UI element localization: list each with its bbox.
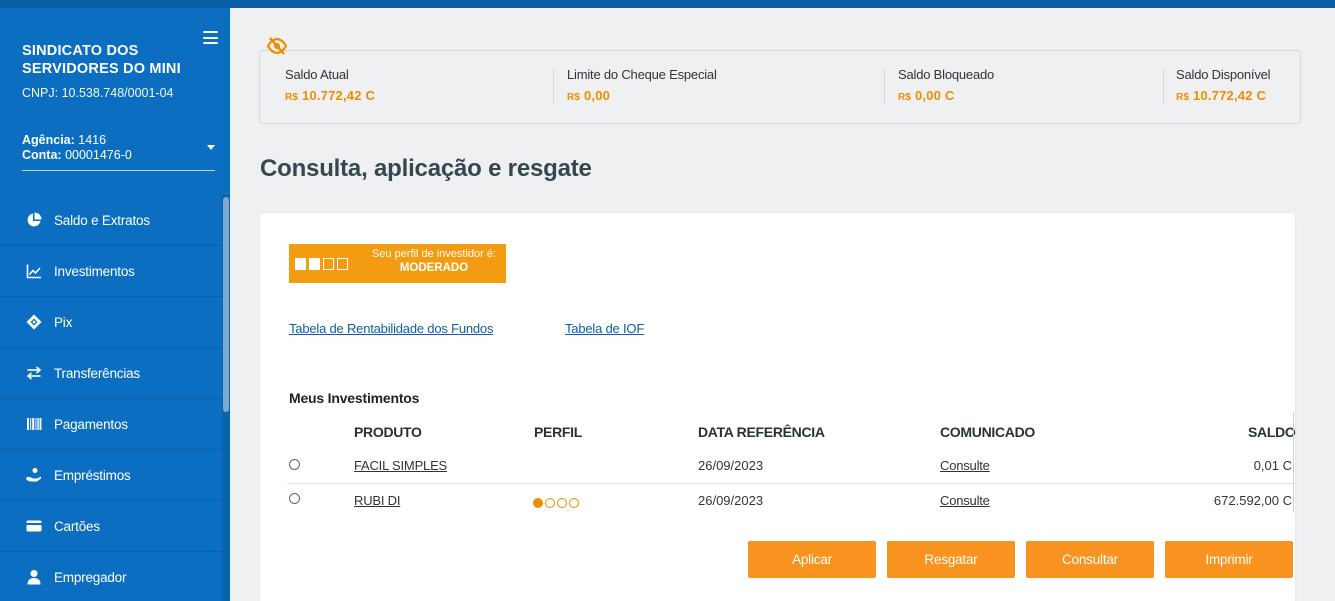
investments-section-title: Meus Investimentos [289, 390, 420, 406]
organization-cnpj: CNPJ: 10.538.748/0001-04 [22, 86, 174, 100]
page-title: Consulta, aplicação e resgate [260, 155, 592, 182]
agencia-value: 1416 [78, 133, 107, 147]
barcode-icon [26, 416, 42, 432]
column-header-produto: PRODUTO [354, 424, 422, 440]
disponivel-value: R$ 10.772,42 C [1176, 88, 1267, 103]
sidebar-scrollbar-thumb[interactable] [223, 197, 229, 412]
column-header-data: DATA REFERÊNCIA [698, 424, 825, 440]
balance-summary [259, 50, 1301, 124]
sidebar-item-empregador[interactable]: Empregador [0, 552, 222, 601]
resgatar-button[interactable]: Resgatar [887, 541, 1015, 578]
conta-value: 00001476-0 [65, 148, 132, 162]
column-header-comunicado: COMUNICADO [940, 424, 1035, 440]
sidebar-item-cartoes[interactable]: Cartões [0, 501, 222, 552]
pie-chart-icon [26, 212, 42, 228]
profile-level-indicator [295, 258, 348, 270]
divider [1163, 68, 1164, 104]
top-bar [0, 0, 1335, 8]
sidebar-item-label: Pix [54, 314, 73, 330]
risk-profile-indicator [533, 498, 579, 508]
investor-profile-badge: Seu perfil de investidor é: MODERADO [289, 244, 506, 283]
sidebar-item-label: Cartões [54, 518, 100, 534]
communication-link[interactable]: Consulte [940, 458, 990, 473]
saldo-bloqueado: Saldo Bloqueado R$ 0,00 C [898, 67, 994, 103]
pix-icon [26, 314, 42, 330]
organization-name: SINDICATO DOS SERVIDORES DO MINI [22, 43, 181, 77]
organization-header: SINDICATO DOS SERVIDORES DO MINI CNPJ: 1… [22, 42, 207, 100]
profile-level: MODERADO [399, 262, 469, 274]
row-divider [287, 483, 1293, 484]
imprimir-button[interactable]: Imprimir [1165, 541, 1293, 578]
saldo-atual: Saldo Atual R$ 10.772,42 C [285, 67, 375, 103]
sidebar-item-transferencias[interactable]: Transferências [0, 348, 222, 399]
column-header-perfil: PERFIL [534, 424, 582, 440]
sidebar-item-label: Transferências [54, 365, 140, 381]
rentabilidade-link[interactable]: Tabela de Rentabilidade dos Fundos [289, 321, 493, 336]
limite-cheque-especial: Limite do Cheque Especial R$ 0,00 [567, 67, 717, 103]
communication-link[interactable]: Consulte [940, 493, 990, 508]
transfer-icon [26, 365, 42, 381]
investment-balance: 672.592,00 C [1213, 493, 1292, 508]
sidebar-nav: Saldo e Extratos Investimentos Pix Trans… [0, 195, 222, 601]
sidebar-item-label: Saldo e Extratos [54, 212, 150, 228]
bloqueado-label: Saldo Bloqueado [898, 67, 995, 82]
sidebar: SINDICATO DOS SERVIDORES DO MINI CNPJ: 1… [0, 8, 230, 601]
saldo-disponivel: Saldo Disponível R$ 10.772,42 C [1176, 67, 1271, 103]
aplicar-button[interactable]: Aplicar [748, 541, 876, 578]
employer-icon [26, 569, 42, 585]
iof-link[interactable]: Tabela de IOF [565, 321, 644, 336]
bloqueado-value: R$ 0,00 C [898, 88, 955, 103]
reference-date: 26/09/2023 [698, 493, 764, 508]
sidebar-scrollbar[interactable] [222, 195, 230, 601]
sidebar-item-pix[interactable]: Pix [0, 297, 222, 348]
saldo-atual-value: R$ 10.772,42 C [285, 88, 376, 103]
sidebar-item-investimentos[interactable]: Investimentos [0, 246, 222, 297]
hide-balance-eye-icon[interactable] [266, 35, 288, 57]
select-investment-radio[interactable] [289, 459, 300, 470]
agencia-label: Agência: [22, 133, 75, 147]
divider [553, 68, 554, 104]
chevron-down-icon [207, 145, 215, 150]
sidebar-item-saldo-extratos[interactable]: Saldo e Extratos [0, 195, 222, 246]
sidebar-item-emprestimos[interactable]: Empréstimos [0, 450, 222, 501]
sidebar-item-label: Pagamentos [54, 416, 128, 432]
investment-balance: 0,01 C [1253, 458, 1292, 473]
consultar-button[interactable]: Consultar [1026, 541, 1154, 578]
reference-date: 26/09/2023 [698, 458, 764, 473]
select-investment-radio[interactable] [289, 493, 300, 504]
product-link[interactable]: RUBI DI [354, 493, 400, 508]
limite-label: Limite do Cheque Especial [567, 67, 717, 82]
product-link[interactable]: FACIL SIMPLES [354, 458, 447, 473]
line-chart-icon [26, 263, 42, 279]
sidebar-item-label: Investimentos [54, 263, 135, 279]
sidebar-item-pagamentos[interactable]: Pagamentos [0, 399, 222, 450]
disponivel-label: Saldo Disponível [1176, 67, 1271, 82]
table-scroll-edge [1293, 412, 1294, 512]
sidebar-item-label: Empréstimos [54, 467, 131, 483]
saldo-atual-label: Saldo Atual [285, 67, 349, 82]
divider [884, 68, 885, 104]
profile-text: Seu perfil de investidor é: [371, 248, 497, 260]
column-header-saldo: SALDO [1248, 424, 1296, 440]
limite-value: R$ 0,00 [567, 88, 611, 103]
card-icon [26, 518, 42, 534]
conta-label: Conta: [22, 148, 62, 162]
sidebar-item-label: Empregador [54, 569, 127, 585]
account-selector[interactable]: Agência: 1416 Conta: 00001476-0 [22, 133, 215, 171]
loan-icon [26, 467, 42, 483]
